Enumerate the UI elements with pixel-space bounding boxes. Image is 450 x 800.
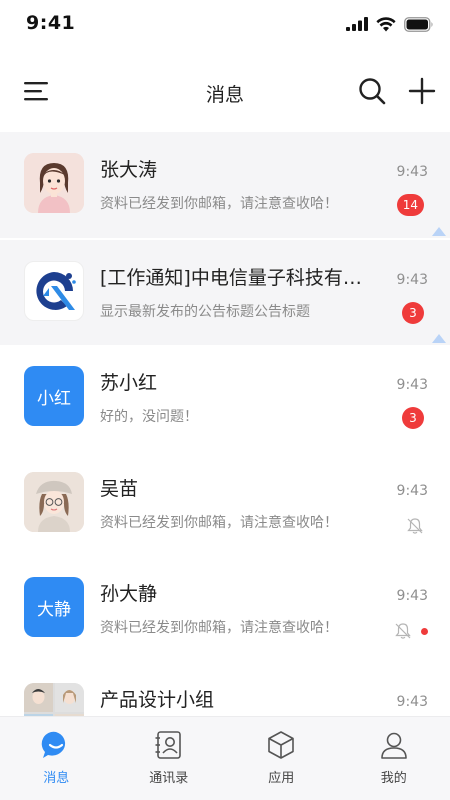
conversation-name: [工作通知]中电信量子科技有限公司 xyxy=(100,266,380,289)
conversation-time: 9:43 xyxy=(396,482,428,499)
tab-label: 消息 xyxy=(43,771,70,786)
wifi-icon xyxy=(376,16,396,31)
conversation-preview: 资料已经发到你邮箱，请注意查收哈！ xyxy=(100,514,338,531)
pinned-corner-icon xyxy=(432,226,446,236)
conversation-item[interactable]: 产品设计小组 9:43 xyxy=(0,661,450,716)
avatar xyxy=(24,153,84,213)
avatar xyxy=(24,682,84,716)
nav-bar: 消息 xyxy=(0,48,450,132)
conversation-name: 孙大静 xyxy=(100,583,158,605)
avatar xyxy=(24,260,84,321)
conversation-time: 9:43 xyxy=(396,377,428,393)
conversation-item[interactable]: 吴苗 资料已经发到你邮箱，请注意查收哈！ 9:43 xyxy=(0,450,450,556)
conversation-item[interactable]: 张大涛 资料已经发到你邮箱，请注意查收哈！ 9:43 14 xyxy=(0,132,450,238)
girl-hat-avatar-image xyxy=(24,471,84,532)
unread-badge: 3 xyxy=(402,407,424,429)
cube-icon xyxy=(268,731,295,759)
mute-bell-icon xyxy=(395,623,411,639)
tab-bar: 消息 通讯录 应用 我的 xyxy=(0,716,450,800)
tab-label: 我的 xyxy=(380,771,407,786)
tab-contacts[interactable]: 通讯录 xyxy=(113,717,226,800)
conversation-time: 9:43 xyxy=(396,588,428,604)
avatar: 大静 xyxy=(24,577,84,637)
contacts-icon xyxy=(155,731,181,759)
chat-bubble-icon xyxy=(41,731,66,758)
status-icons xyxy=(346,14,434,34)
group-avatar-image xyxy=(24,682,84,716)
battery-icon xyxy=(404,16,433,32)
pinned-corner-icon xyxy=(432,334,446,343)
unread-badge: 14 xyxy=(396,194,424,216)
add-icon[interactable] xyxy=(408,77,436,105)
status-time: 9:41 xyxy=(26,12,76,34)
unread-badge: 3 xyxy=(402,301,424,324)
conversation-name: 产品设计小组 xyxy=(100,688,215,711)
profile-icon xyxy=(380,732,407,759)
conversation-name: 吴苗 xyxy=(100,477,139,500)
status-bar: 9:41 xyxy=(0,0,450,48)
conversation-item[interactable]: 小红 苏小红 好的，没问题！ 9:43 3 xyxy=(0,345,450,451)
conversation-name: 张大涛 xyxy=(100,159,158,181)
company-logo-icon xyxy=(36,271,76,310)
tab-profile[interactable]: 我的 xyxy=(338,717,450,800)
tab-apps[interactable]: 应用 xyxy=(225,717,338,800)
conversation-list: 张大涛 资料已经发到你邮箱，请注意查收哈！ 9:43 14 [工作通知]中电信量… xyxy=(0,132,450,716)
conversation-preview: 资料已经发到你邮箱，请注意查收哈！ xyxy=(100,196,338,212)
conversation-preview: 显示最新发布的公告标题公告标题 xyxy=(100,303,310,320)
conversation-preview: 资料已经发到你邮箱，请注意查收哈！ xyxy=(100,620,338,636)
tab-label: 应用 xyxy=(268,771,295,786)
conversation-item[interactable]: 大静 孙大静 资料已经发到你邮箱，请注意查收哈！ 9:43 xyxy=(0,556,450,662)
tab-label: 通讯录 xyxy=(149,771,189,786)
avatar: 小红 xyxy=(24,366,84,426)
avatar xyxy=(24,471,84,532)
conversation-preview: 好的，没问题！ xyxy=(100,409,198,425)
conversation-name: 苏小红 xyxy=(100,372,158,394)
girl-avatar-image xyxy=(24,153,84,213)
signal-icon xyxy=(346,17,368,31)
conversation-time: 9:43 xyxy=(396,164,428,180)
tab-messages[interactable]: 消息 xyxy=(0,717,113,800)
unread-dot xyxy=(421,628,428,635)
conversation-time: 9:43 xyxy=(396,271,428,288)
conversation-item[interactable]: [工作通知]中电信量子科技有限公司 显示最新发布的公告标题公告标题 9:43 3 xyxy=(0,239,450,345)
search-icon[interactable] xyxy=(358,77,386,105)
conversation-time: 9:43 xyxy=(396,693,428,710)
mute-bell-icon xyxy=(407,517,423,534)
